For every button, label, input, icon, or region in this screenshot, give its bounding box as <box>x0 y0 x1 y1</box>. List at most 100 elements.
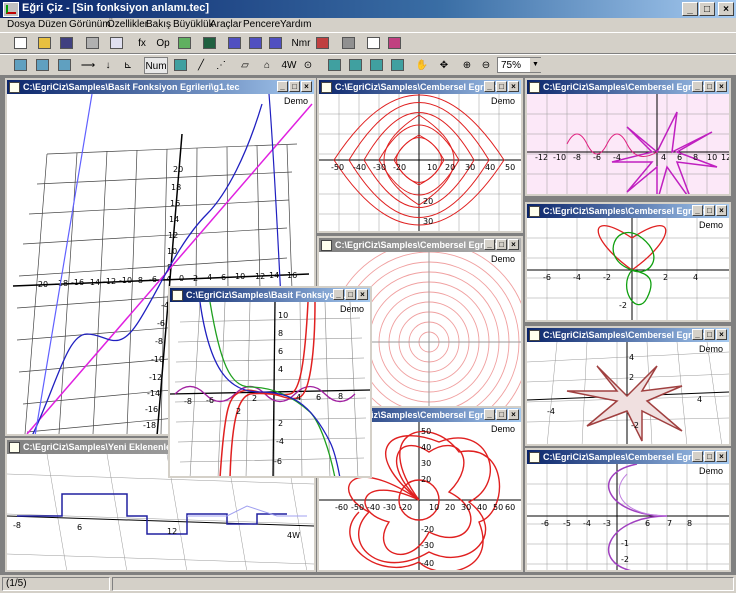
plot-area[interactable]: 4 2 -4 -2 4 <box>527 342 729 446</box>
plot-area[interactable]: -12 -10 -8 -6 -4 4 6 8 10 12 <box>527 94 729 196</box>
move-arrows-icon[interactable]: ✥ <box>436 57 452 74</box>
menu-edit[interactable]: Düzen <box>38 19 67 30</box>
minimize-button[interactable]: _ <box>333 289 344 300</box>
menu-file[interactable]: Dosya <box>7 19 35 30</box>
menu-perspective[interactable]: Bakış <box>146 19 171 30</box>
minimize-button[interactable]: _ <box>484 239 495 250</box>
window-1-icon[interactable] <box>326 57 342 74</box>
svg-text:30: 30 <box>465 163 475 172</box>
print-icon[interactable] <box>84 35 100 52</box>
maximize-button[interactable]: □ <box>496 239 507 250</box>
minimize-button[interactable]: _ <box>484 409 495 420</box>
maximize-button[interactable]: □ <box>289 81 300 92</box>
zoom-in-icon[interactable]: ⊕ <box>459 57 475 74</box>
compass-icon[interactable]: ⊙ <box>300 57 316 74</box>
close-button[interactable]: × <box>301 81 312 92</box>
menu-view[interactable]: Görünüm <box>69 19 111 30</box>
svg-text:-30: -30 <box>373 163 386 172</box>
svg-text:-4: -4 <box>573 273 581 282</box>
maximize-button[interactable]: □ <box>699 2 715 16</box>
line-icon[interactable]: ╱ <box>193 57 209 74</box>
close-button[interactable]: × <box>508 409 519 420</box>
operation-button[interactable]: Op <box>154 35 172 52</box>
menu-size[interactable]: Büyüklük <box>173 19 214 30</box>
plot-area[interactable]: -8 -6 2 4 6 8 10 8 6 4 2 -4 -6 2 <box>170 302 370 478</box>
maximize-button[interactable]: □ <box>496 409 507 420</box>
menu-properties[interactable]: Özellikler <box>107 19 148 30</box>
zoom-out-icon[interactable]: ⊖ <box>478 57 494 74</box>
window-4-icon[interactable] <box>389 57 405 74</box>
minimize-button[interactable]: _ <box>692 205 703 216</box>
minimize-button[interactable]: _ <box>692 451 703 462</box>
menu-tools[interactable]: Araçlar <box>210 19 242 30</box>
palette-icon[interactable] <box>176 35 192 52</box>
tile-vertical-icon[interactable] <box>267 35 283 52</box>
grid-perspective-icon[interactable] <box>34 57 50 74</box>
maximize-button[interactable]: □ <box>704 329 715 340</box>
maximize-button[interactable]: □ <box>704 81 715 92</box>
chevron-down-icon[interactable]: ▼ <box>530 58 541 72</box>
menu-window[interactable]: Pencere <box>243 19 280 30</box>
close-button[interactable]: × <box>718 2 734 16</box>
minimize-button[interactable]: _ <box>692 329 703 340</box>
close-button[interactable]: × <box>716 81 727 92</box>
plot-area[interactable]: -6 -4 -2 2 4 -2 <box>527 218 729 322</box>
graph-window-circular-4[interactable]: C:\EgriCiz\Samples\Cembersel Egriler _ □ ×… <box>525 326 731 446</box>
pan-hand-icon[interactable]: ✋ <box>414 57 430 74</box>
graph-window-circular-5[interactable]: C:\EgriCiz\Samples\Cembersel Egriler _ □ ×… <box>525 448 731 572</box>
maximize-button[interactable]: □ <box>704 205 715 216</box>
graph-window-circular-1[interactable]: C:\EgriCiz\Samples\Cembersel Egriler _ □ ×… <box>317 78 523 233</box>
maximize-button[interactable]: □ <box>704 451 715 462</box>
new-file-icon[interactable] <box>12 35 28 52</box>
graph-window-circular-3[interactable]: C:\EgriCiz\Samples\Cembersel Egriler _ □ ×… <box>525 202 731 322</box>
minimize-button[interactable]: _ <box>277 81 288 92</box>
four-windows-button[interactable]: 4W <box>280 57 298 74</box>
copy-icon[interactable] <box>108 35 124 52</box>
svg-text:-6: -6 <box>543 273 551 282</box>
plot-area[interactable]: -50 -40 -30 -20 10 20 30 40 50 20 30 <box>319 94 521 233</box>
axis-x-icon[interactable]: ⟶ <box>80 57 96 74</box>
menu-help[interactable]: Yardım <box>280 19 312 30</box>
numeric-button[interactable]: Nmr <box>290 35 312 52</box>
function-button[interactable]: fx <box>134 35 150 52</box>
window-3-icon[interactable] <box>368 57 384 74</box>
grid-icon[interactable] <box>12 57 28 74</box>
svg-text:-8: -8 <box>135 276 143 285</box>
plot-area[interactable]: -6 -5 -4 -3 6 7 8 -1 -2 <box>527 464 729 572</box>
close-button[interactable]: × <box>716 329 727 340</box>
axis-xy-icon[interactable]: ⊾ <box>120 57 136 74</box>
maximize-button[interactable]: □ <box>496 81 507 92</box>
book-icon[interactable] <box>386 35 402 52</box>
calculator-icon[interactable] <box>340 35 356 52</box>
close-button[interactable]: × <box>716 205 727 216</box>
close-button[interactable]: × <box>508 239 519 250</box>
close-button[interactable]: × <box>357 289 368 300</box>
plane-icon[interactable]: ⏥ <box>236 57 254 74</box>
grid-rotate-icon[interactable] <box>56 57 72 74</box>
svg-text:-6: -6 <box>149 275 157 284</box>
close-button[interactable]: × <box>716 451 727 462</box>
tools-icon[interactable] <box>314 35 330 52</box>
maximize-button[interactable]: □ <box>345 289 356 300</box>
minimize-button[interactable]: _ <box>682 2 698 16</box>
dashed-line-icon[interactable]: ⋰ <box>213 57 229 74</box>
svg-text:-30: -30 <box>421 541 434 550</box>
app-icon[interactable] <box>3 2 19 17</box>
save-icon[interactable] <box>58 35 74 52</box>
wireframe-icon[interactable]: ⌂ <box>258 57 276 74</box>
minimize-button[interactable]: _ <box>484 81 495 92</box>
graph-window-simple-functions-2[interactable]: C:\EgriCiz\Samples\Basit Fonksiyon... _ □… <box>168 286 372 478</box>
close-button[interactable]: × <box>508 81 519 92</box>
minimize-button[interactable]: _ <box>692 81 703 92</box>
axis-y-icon[interactable]: ↓ <box>100 57 116 74</box>
window-title: C:\EgriCiz\Samples\Cembersel Egriler <box>543 206 706 216</box>
cascade-icon[interactable] <box>226 35 242 52</box>
window-2-icon[interactable] <box>347 57 363 74</box>
tile-horizontal-icon[interactable] <box>247 35 263 52</box>
open-folder-icon[interactable] <box>36 35 52 52</box>
help-icon[interactable] <box>365 35 381 52</box>
numbers-toggle[interactable]: Num <box>144 57 168 74</box>
graph-window-circular-2[interactable]: C:\EgriCiz\Samples\Cembersel Egriler _ □ ×… <box>525 78 731 196</box>
cube-icon[interactable] <box>172 57 188 74</box>
screen-icon[interactable] <box>201 35 217 52</box>
